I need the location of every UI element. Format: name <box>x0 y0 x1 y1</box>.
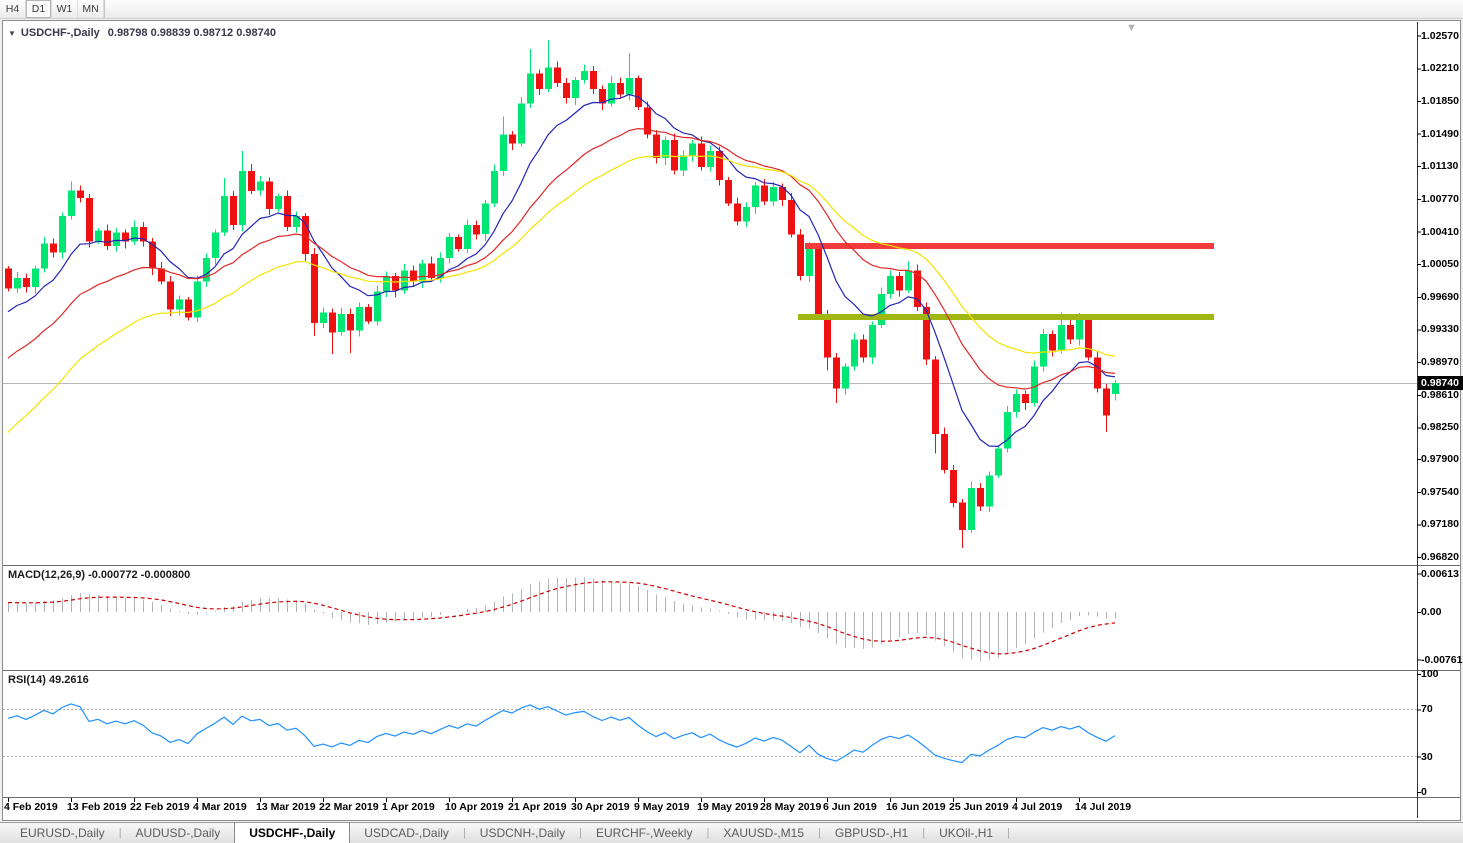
date-axis-label: 13 Feb 2019 <box>67 801 127 813</box>
rsi-axis-label: 0 <box>1421 786 1427 798</box>
tab-gbpusd-h1[interactable]: GBPUSD-,H1 <box>821 823 922 843</box>
chart-ohlc-values: 0.98798 0.98839 0.98712 0.98740 <box>108 27 276 39</box>
date-axis-label: 25 Jun 2019 <box>949 801 1009 813</box>
price-axis-label: 0.97180 <box>1421 518 1459 530</box>
toolbar-divider <box>104 0 105 18</box>
price-axis-label: 0.98970 <box>1421 356 1459 368</box>
timeframe-button-mn[interactable]: MN <box>78 0 104 18</box>
price-axis-label: 1.01130 <box>1421 160 1458 172</box>
timeframe-button-h4[interactable]: H4 <box>0 0 26 18</box>
tab-eurchf-weekly[interactable]: EURCHF-,Weekly <box>582 823 706 843</box>
date-axis-label: 19 May 2019 <box>697 801 758 813</box>
price-axis-label: 0.97900 <box>1421 453 1459 465</box>
price-axis-label: 0.98250 <box>1421 421 1459 433</box>
timeframe-toolbar: H4D1W1MN <box>0 0 1463 19</box>
tab-ukoil-h1[interactable]: UKOil-,H1 <box>925 823 1007 843</box>
date-axis-label: 16 Jun 2019 <box>886 801 946 813</box>
chart-symbol-label: USDCHF-,Daily <box>21 27 100 39</box>
current-price-tag: 0.98740 <box>1418 376 1463 390</box>
tab-xauusd-m15[interactable]: XAUUSD-,M15 <box>709 823 818 843</box>
metatrader-screen: H4D1W1MN ▼ USDCHF-,Daily 0.98798 0.98839… <box>0 0 1463 843</box>
chart-shift-marker-icon[interactable]: ▼ <box>1126 22 1137 34</box>
tab-usdcnh-daily[interactable]: USDCNH-,Daily <box>466 823 579 843</box>
rsi-axis-label: 100 <box>1421 668 1439 680</box>
date-axis-label: 10 Apr 2019 <box>445 801 504 813</box>
tab-usdchf-daily[interactable]: USDCHF-,Daily <box>234 823 350 843</box>
date-axis-label: 30 Apr 2019 <box>571 801 630 813</box>
macd-axis-label: 0.00613 <box>1421 568 1459 580</box>
price-axis-label: 0.98610 <box>1421 389 1459 401</box>
price-axis-label: 1.02570 <box>1421 30 1459 42</box>
price-axis-label: 1.00410 <box>1421 226 1459 238</box>
date-axis-label: 4 Feb 2019 <box>4 801 58 813</box>
chart-window <box>2 20 1461 821</box>
date-axis-label: 28 May 2019 <box>760 801 821 813</box>
timeframe-button-d1[interactable]: D1 <box>26 0 52 18</box>
price-axis-label: 1.01490 <box>1421 128 1459 140</box>
macd-axis-label: -0.007612 <box>1421 654 1463 666</box>
date-axis-label: 1 Apr 2019 <box>382 801 435 813</box>
price-axis-label: 1.00050 <box>1421 258 1459 270</box>
rsi-indicator-label: RSI(14) 49.2616 <box>8 674 89 686</box>
timeframe-button-w1[interactable]: W1 <box>52 0 78 18</box>
date-axis-label: 14 Jul 2019 <box>1075 801 1131 813</box>
price-axis-label: 0.97540 <box>1421 486 1459 498</box>
date-axis-label: 22 Feb 2019 <box>130 801 190 813</box>
chart-tab-bar: EURUSD-,Daily | AUDUSD-,DailyUSDCHF-,Daily… <box>0 822 1463 843</box>
rsi-axis-label: 30 <box>1421 751 1433 763</box>
price-axis-label: 1.00770 <box>1421 193 1459 205</box>
date-axis-label: 21 Apr 2019 <box>508 801 567 813</box>
tab-audusd-daily[interactable]: AUDUSD-,Daily <box>122 823 235 843</box>
date-axis-label: 22 Mar 2019 <box>319 801 379 813</box>
date-axis-label: 4 Mar 2019 <box>193 801 247 813</box>
date-axis-label: 6 Jun 2019 <box>823 801 877 813</box>
macd-indicator-label: MACD(12,26,9) -0.000772 -0.000800 <box>8 569 190 581</box>
rsi-axis-label: 70 <box>1421 703 1433 715</box>
price-axis-label: 0.96820 <box>1421 551 1459 563</box>
tab-eurusd-daily[interactable]: EURUSD-,Daily <box>6 823 119 843</box>
chart-dropdown-icon: ▼ <box>8 29 16 38</box>
date-axis-label: 9 May 2019 <box>634 801 689 813</box>
price-axis-label: 1.02210 <box>1421 62 1459 74</box>
tab-usdcad-daily[interactable]: USDCAD-,Daily <box>350 823 463 843</box>
tab-separator: | <box>1007 823 1010 843</box>
price-axis-label: 0.99330 <box>1421 323 1459 335</box>
chart-title: ▼ USDCHF-,Daily 0.98798 0.98839 0.98712 … <box>8 27 276 39</box>
price-axis-label: 1.01850 <box>1421 95 1459 107</box>
price-axis-label: 0.99690 <box>1421 291 1459 303</box>
date-axis-label: 13 Mar 2019 <box>256 801 316 813</box>
macd-axis-label: 0.00 <box>1421 606 1441 618</box>
date-axis-label: 4 Jul 2019 <box>1012 801 1062 813</box>
